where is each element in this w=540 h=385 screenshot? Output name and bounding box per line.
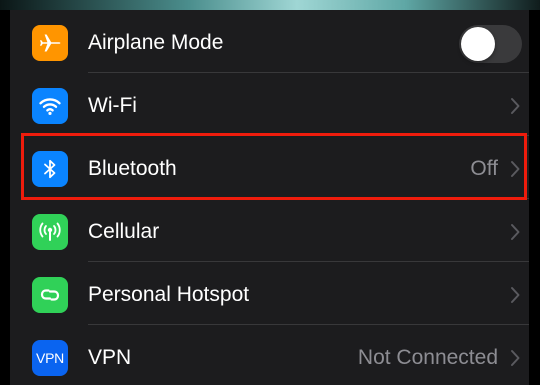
airplane-mode-toggle[interactable] — [459, 25, 522, 63]
cellular-antenna-icon — [32, 214, 68, 250]
cellular-label: Cellular — [88, 220, 160, 243]
chevron-right-icon — [511, 224, 520, 240]
row-cellular[interactable]: Cellular — [10, 199, 529, 261]
row-wifi[interactable]: Wi-Fi — [10, 73, 529, 135]
hotspot-link-icon — [32, 277, 68, 313]
bluetooth-icon — [32, 151, 68, 187]
settings-group: Airplane Mode Wi-Fi Bluetooth Off Cellul… — [10, 10, 529, 385]
row-bluetooth[interactable]: Bluetooth Off — [10, 136, 529, 198]
wifi-icon — [32, 88, 68, 124]
row-vpn[interactable]: VPN VPN Not Connected — [10, 325, 529, 385]
settings-screen: Airplane Mode Wi-Fi Bluetooth Off Cellul… — [0, 0, 540, 385]
vpn-label: VPN — [88, 346, 132, 369]
wifi-label: Wi-Fi — [88, 94, 137, 117]
personal-hotspot-label: Personal Hotspot — [88, 283, 250, 306]
chevron-right-icon — [511, 350, 520, 366]
chevron-right-icon — [511, 287, 520, 303]
row-airplane-mode[interactable]: Airplane Mode — [10, 10, 529, 72]
vpn-icon-text: VPN — [36, 350, 64, 366]
bluetooth-status: Off — [470, 157, 498, 180]
chevron-right-icon — [511, 161, 520, 177]
airplane-icon — [32, 25, 68, 61]
chevron-right-icon — [511, 98, 520, 114]
top-background-strip — [0, 0, 540, 10]
toggle-knob — [461, 27, 495, 61]
bluetooth-label: Bluetooth — [88, 157, 177, 180]
row-personal-hotspot[interactable]: Personal Hotspot — [10, 262, 529, 324]
vpn-status: Not Connected — [357, 346, 498, 369]
vpn-icon: VPN — [32, 340, 68, 376]
airplane-mode-label: Airplane Mode — [88, 31, 224, 54]
